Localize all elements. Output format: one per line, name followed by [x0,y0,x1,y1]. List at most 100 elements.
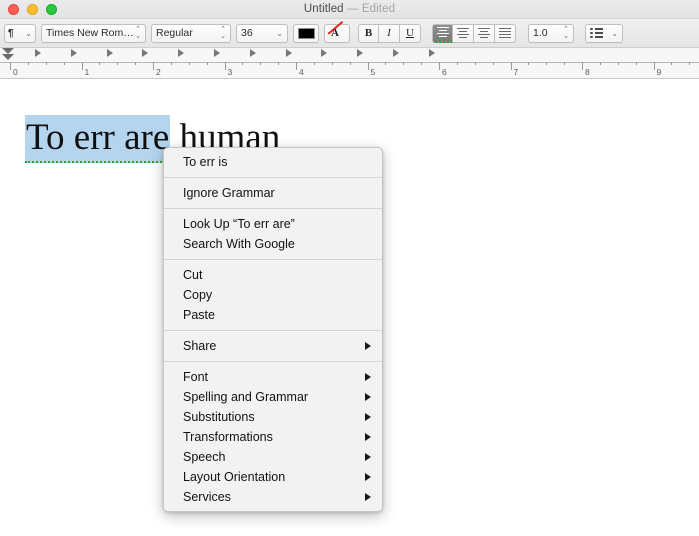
ruler-tick-major [510,62,512,70]
pilcrow-icon: ¶ [8,27,14,39]
line-spacing-popup[interactable]: 1.0 ⌃ ⌄ [528,23,574,43]
submenu-arrow-icon [365,433,371,441]
submenu-arrow-icon [365,453,371,461]
ruler-tab-stop[interactable] [393,49,399,57]
ruler-tick-minor [671,62,673,65]
ruler-number: 7 [513,67,519,77]
ruler-number: 3 [227,67,233,77]
selected-grammar-phrase[interactable]: To err are [25,115,171,163]
ruler-tick-minor [135,62,137,65]
font-style-popup[interactable]: Regular ⌃ ⌄ [151,23,231,43]
ruler-tick-minor [170,62,172,65]
ruler-tick-minor [403,62,405,65]
list-style-popup[interactable]: ⌄ [585,23,623,43]
ruler-tick-minor [242,62,244,65]
ruler-tick-minor [546,62,548,65]
minimize-button[interactable] [27,4,38,15]
menu-item-look-up-to-err-are[interactable]: Look Up “To err are” [164,214,382,234]
bold-button[interactable]: B [358,23,379,43]
menu-item-cut[interactable]: Cut [164,265,382,285]
align-right-button[interactable] [474,23,495,43]
underline-button[interactable]: U [400,23,421,43]
ruler-tick-minor [349,62,351,65]
text-color-swatch-button[interactable] [293,23,319,43]
ruler-tick-minor [599,62,601,65]
ruler-tick-minor [564,62,566,65]
menu-item-ignore-grammar[interactable]: Ignore Grammar [164,183,382,203]
menu-item-services[interactable]: Services [164,487,382,507]
ruler-tick-minor [617,62,619,65]
ruler-tab-stop[interactable] [214,49,220,57]
close-button[interactable] [8,4,19,15]
menu-item-spelling-and-grammar[interactable]: Spelling and Grammar [164,387,382,407]
menu-item-paste[interactable]: Paste [164,305,382,325]
align-left-button[interactable] [432,23,453,43]
ruler-number: 1 [84,67,90,77]
menu-item-copy[interactable]: Copy [164,285,382,305]
chevron-down-icon: ⌄ [276,28,283,38]
window-title: Untitled — Edited [304,3,395,15]
ruler[interactable]: 0 1 2 3 4 5 6 7 8 9 [0,48,699,79]
ruler-tab-stop[interactable] [321,49,328,57]
ruler-tick-major [582,62,583,70]
stepper-icon: ⌃ ⌄ [135,26,141,40]
font-size-popup[interactable]: 36 ⌄ [236,23,288,43]
ruler-tick-minor [331,62,333,65]
ruler-tab-stop[interactable] [106,49,113,57]
ruler-number: 6 [442,67,447,77]
context-menu[interactable]: To err is Ignore Grammar Look Up “To err a… [163,147,383,512]
ruler-tick-minor [260,62,262,65]
ruler-tick-major [10,62,11,70]
menu-separator [164,208,382,209]
font-size-value: 36 [241,27,253,39]
menu-item-to-err-is[interactable]: To err is [164,152,382,172]
ruler-tab-stop[interactable] [142,49,149,57]
ruler-tick-minor [385,62,387,65]
text-color-icon: A [327,20,345,40]
ruler-tick-minor [492,62,494,65]
align-center-button[interactable] [453,23,474,43]
format-toolbar: ¶ ⌄ Times New Rom… ⌃ ⌄ Regular ⌃ ⌄ 36 ⌄ A … [0,19,699,48]
ruler-tab-stop[interactable] [428,49,435,57]
stepper-icon: ⌃ ⌄ [563,26,569,40]
menu-item-search-with-google[interactable]: Search With Google [164,234,382,254]
menu-item-label: Look Up “To err are” [183,217,295,231]
ruler-tab-stop[interactable] [35,49,41,57]
submenu-arrow-icon [365,373,371,381]
ruler-tick-major [653,62,655,70]
menu-item-label: Spelling and Grammar [183,390,309,404]
ruler-tab-stop[interactable] [249,49,256,57]
italic-button[interactable]: I [379,23,400,43]
ruler-tick-minor [99,62,101,65]
left-indent-marker[interactable] [2,54,14,60]
menu-item-label: Substitutions [183,410,255,424]
ruler-tab-stop[interactable] [285,49,292,57]
menu-item-label: Layout Orientation [183,470,286,484]
ruler-tick-minor [689,62,691,65]
ruler-tick-minor [45,62,47,65]
menu-item-share[interactable]: Share [164,336,382,356]
zoom-button[interactable] [46,4,57,15]
ruler-tick-major [153,62,154,70]
ruler-tick-minor [206,62,208,65]
menu-item-substitutions[interactable]: Substitutions [164,407,382,427]
menu-item-layout-orientation[interactable]: Layout Orientation [164,467,382,487]
menu-item-label: Ignore Grammar [183,186,275,200]
submenu-arrow-icon [365,493,371,501]
ruler-tab-stop[interactable] [70,49,77,57]
font-family-value: Times New Rom… [46,27,134,39]
font-family-popup[interactable]: Times New Rom… ⌃ ⌄ [41,23,146,43]
ruler-tick-major [367,62,369,70]
menu-item-label: Paste [183,308,215,322]
menu-item-speech[interactable]: Speech [164,447,382,467]
menu-item-label: Copy [183,288,213,302]
ruler-tab-stop[interactable] [357,49,364,57]
menu-item-transformations[interactable]: Transformations [164,427,382,447]
menu-item-font[interactable]: Font [164,367,382,387]
highlight-color-button[interactable]: A [324,20,350,43]
menu-separator [164,177,382,178]
align-justify-button[interactable] [495,23,516,43]
paragraph-style-popup[interactable]: ¶ ⌄ [4,23,36,43]
menu-item-label: Transformations [183,430,273,444]
ruler-tab-stop[interactable] [178,49,185,57]
